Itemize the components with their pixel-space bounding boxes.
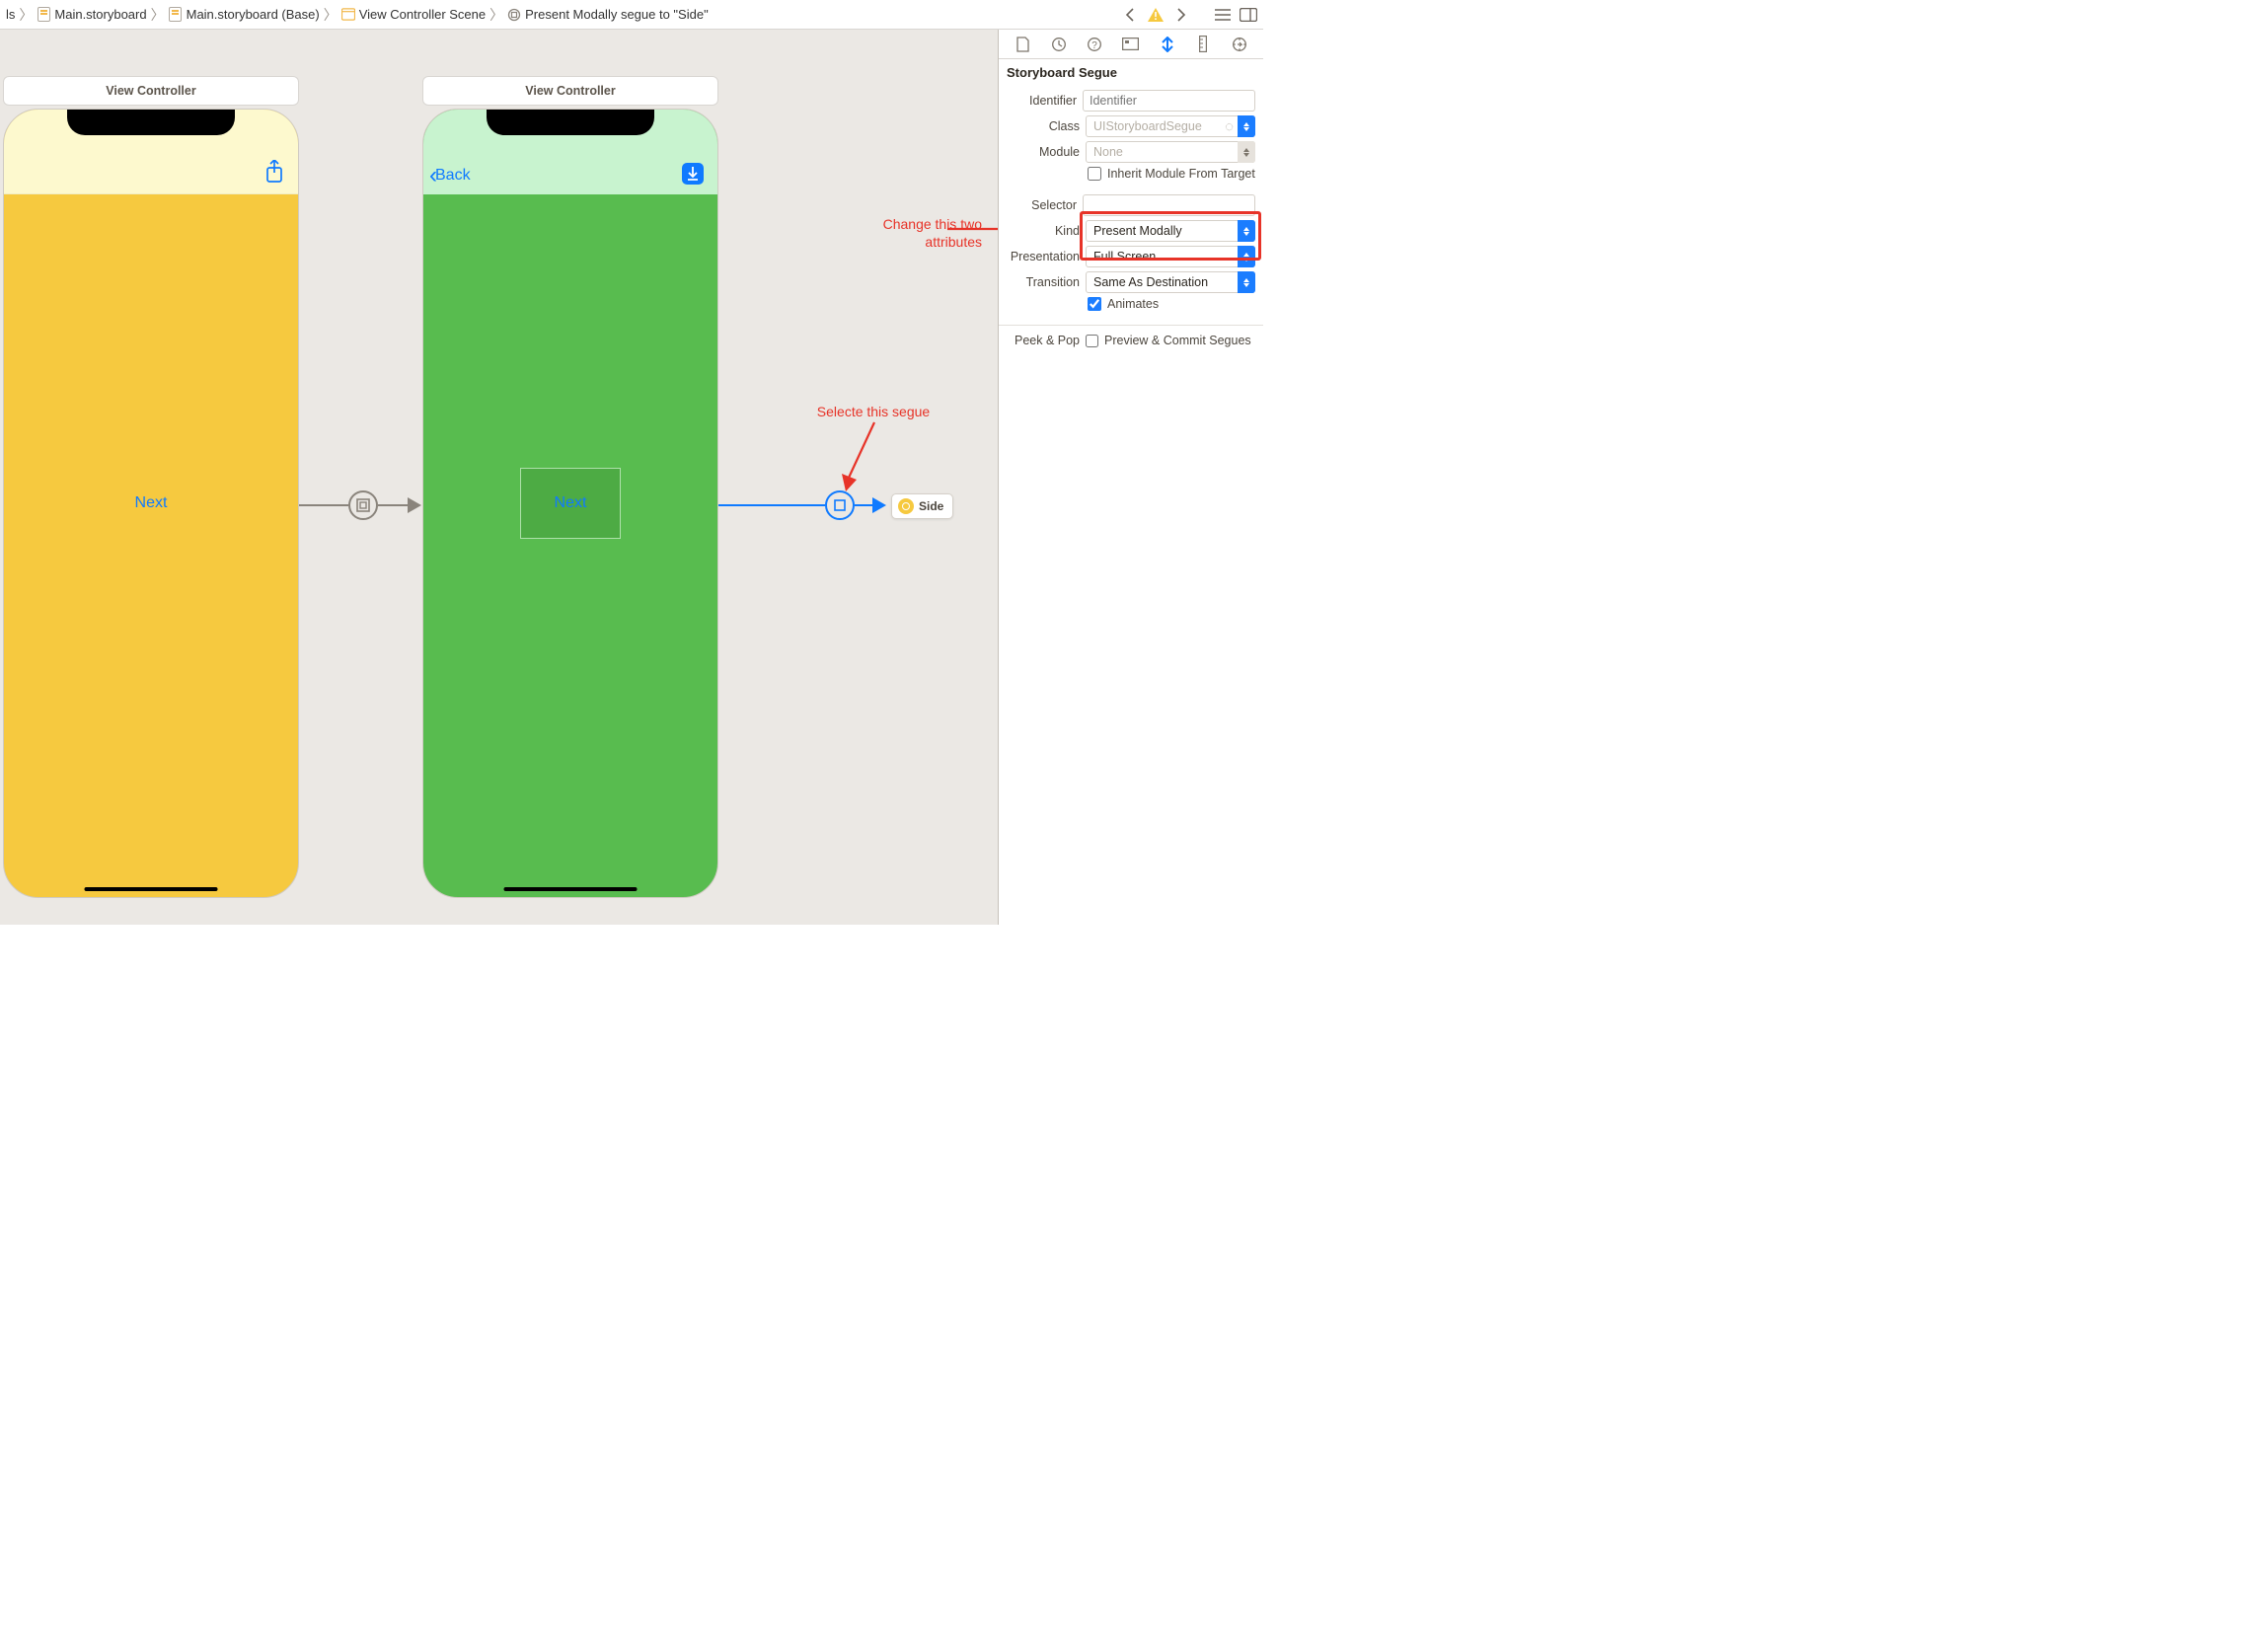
storyboard-canvas[interactable]: View Controller Next View Controller ‹ B… (0, 30, 999, 925)
label-transition: Transition (1007, 275, 1080, 289)
label-inherit: Inherit Module From Target (1107, 167, 1255, 181)
select-arrows-icon[interactable] (1238, 115, 1255, 137)
scene-title-right[interactable]: View Controller (422, 76, 718, 106)
row-module: Module None (1007, 141, 1255, 163)
segue-type-icon (348, 490, 378, 520)
crumb-2[interactable]: Main.storyboard (Base) (169, 7, 320, 22)
annotation-arrow-icon (839, 420, 888, 491)
label-peekpop-option: Preview & Commit Segues (1104, 334, 1251, 347)
segue-selected[interactable] (718, 490, 886, 520)
tab-file-icon[interactable] (1013, 35, 1032, 54)
crumb-1[interactable]: Main.storyboard (37, 7, 146, 22)
assistant-icon[interactable] (1240, 6, 1257, 24)
home-indicator (85, 887, 218, 891)
storyboard-file-icon (37, 8, 50, 22)
warning-icon[interactable] (1147, 6, 1165, 24)
label-selector: Selector (1007, 198, 1077, 212)
phone-right[interactable]: ‹ Back Next (422, 109, 718, 898)
row-class: Class UIStoryboardSegue ◌ (1007, 115, 1255, 137)
scene-icon (341, 8, 355, 22)
label-animates: Animates (1107, 297, 1159, 311)
crumb-4[interactable]: Present Modally segue to "Side" (507, 7, 709, 22)
home-indicator (504, 887, 638, 891)
transition-select[interactable]: Same As Destination (1086, 271, 1255, 293)
annotation-arrow-icon (947, 222, 999, 236)
chevron-right-icon: 〉 (19, 5, 33, 25)
scene-title-label: View Controller (525, 84, 615, 98)
label-kind: Kind (1007, 224, 1080, 238)
tab-history-icon[interactable] (1049, 35, 1069, 54)
tab-size-icon[interactable] (1193, 35, 1213, 54)
row-transition: Transition Same As Destination (1007, 271, 1255, 293)
label-presentation: Presentation (1007, 250, 1080, 263)
tab-identity-icon[interactable] (1121, 35, 1141, 54)
crumb-label: Main.storyboard (54, 7, 146, 22)
share-icon[interactable] (264, 160, 284, 184)
section-title: Storyboard Segue (999, 59, 1263, 84)
arrow-head-icon (408, 497, 421, 513)
select-arrows-icon[interactable] (1238, 141, 1255, 163)
arrow-head-icon (872, 497, 886, 513)
crumb-label: Main.storyboard (Base) (187, 7, 320, 22)
annotation-highlight-box (1080, 211, 1261, 261)
destination-node[interactable]: Side (891, 493, 953, 519)
scene-title-label: View Controller (106, 84, 195, 98)
workspace: View Controller Next View Controller ‹ B… (0, 30, 1263, 925)
segue-type-icon (825, 490, 855, 520)
row-identifier: Identifier (1007, 90, 1255, 112)
segue-left-to-right[interactable] (299, 490, 421, 520)
next-button-left[interactable]: Next (135, 494, 168, 512)
label-module: Module (1007, 145, 1080, 159)
destination-label: Side (919, 499, 943, 513)
toolbar-right (1121, 6, 1257, 24)
tab-connections-icon[interactable] (1230, 35, 1249, 54)
crumb-3[interactable]: View Controller Scene (341, 7, 486, 22)
nav-back-icon[interactable] (1121, 6, 1139, 24)
breadcrumb-bar: ls 〉 Main.storyboard 〉 Main.storyboard (… (0, 0, 1263, 30)
nav-forward-icon[interactable] (1172, 6, 1190, 24)
notch (487, 110, 654, 135)
label-class: Class (1007, 119, 1080, 133)
label-peekpop: Peek & Pop (1007, 334, 1080, 347)
chevron-right-icon: 〉 (151, 5, 165, 25)
class-circle-icon[interactable]: ◌ (1225, 118, 1234, 135)
download-icon[interactable] (682, 163, 704, 185)
tab-attributes-icon[interactable] (1158, 35, 1177, 54)
label-identifier: Identifier (1007, 94, 1077, 108)
back-button[interactable]: ‹ Back (429, 167, 471, 185)
viewcontroller-icon (898, 498, 914, 514)
animates-checkbox[interactable] (1088, 297, 1101, 311)
chevron-right-icon: 〉 (324, 5, 338, 25)
inspector-tabs: ? (999, 30, 1263, 59)
chevron-right-icon: 〉 (489, 5, 503, 25)
crumb-label: View Controller Scene (359, 7, 486, 22)
segue-icon (507, 8, 521, 22)
identifier-input[interactable] (1083, 90, 1255, 112)
row-animates: Animates (1088, 297, 1255, 311)
crumb-label: ls (6, 7, 15, 22)
scene-title-left[interactable]: View Controller (3, 76, 299, 106)
row-inherit: Inherit Module From Target (1088, 167, 1255, 181)
crumb-label: Present Modally segue to "Side" (525, 7, 709, 22)
phone-left[interactable]: Next (3, 109, 299, 898)
next-button-right[interactable]: Next (520, 468, 621, 539)
svg-text:?: ? (1092, 40, 1098, 51)
crumb-0[interactable]: ls (6, 7, 15, 22)
storyboard-file-icon (169, 8, 183, 22)
tab-help-icon[interactable]: ? (1085, 35, 1104, 54)
peekpop-checkbox[interactable] (1086, 335, 1098, 347)
module-select[interactable]: None (1086, 141, 1255, 163)
inspector-body: Identifier Class UIStoryboardSegue ◌ Mod… (999, 84, 1263, 326)
outline-icon[interactable] (1214, 6, 1232, 24)
breadcrumb: ls 〉 Main.storyboard 〉 Main.storyboard (… (6, 5, 1121, 25)
inherit-checkbox[interactable] (1088, 167, 1101, 181)
row-peekpop: Peek & Pop Preview & Commit Segues (999, 326, 1263, 355)
annotation-segue: Selecte this segue (794, 403, 952, 420)
select-arrows-icon[interactable] (1238, 271, 1255, 293)
notch (67, 110, 235, 135)
inspector-panel: ? Storyboard Segue Identifier Class UISt… (999, 30, 1263, 925)
